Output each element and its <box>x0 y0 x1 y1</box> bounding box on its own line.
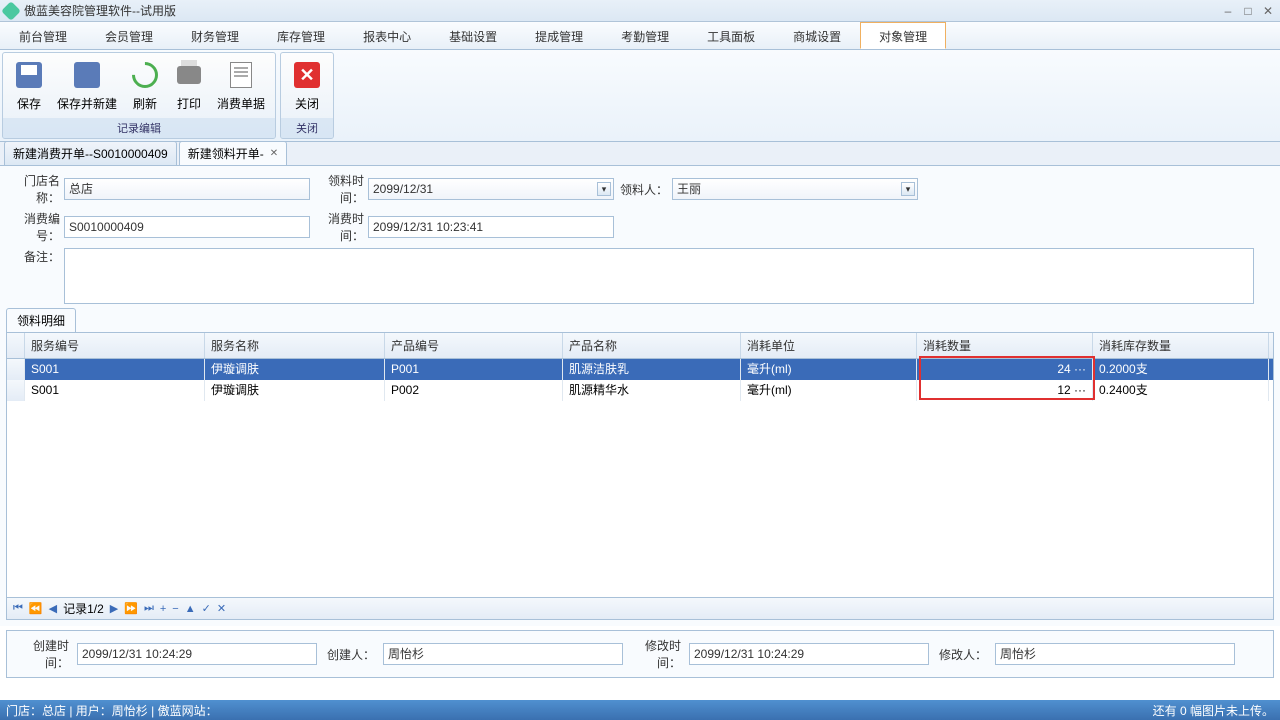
form-area: 门店名称： 总店 领料时间： 2099/12/31▾ 领料人： 王丽▾ 消费编号… <box>0 166 1280 626</box>
menu-item[interactable]: 前台管理 <box>0 22 86 49</box>
ribbon: 保存 保存并新建 刷新 打印 消费单据 记录编辑 ✕关闭 关闭 <box>0 50 1280 142</box>
title-bar: 傲蓝美容院管理软件--试用版 – □ ✕ <box>0 0 1280 22</box>
col-qty[interactable]: 消耗数量 <box>917 333 1093 358</box>
modifier-label: 修改人： <box>933 646 991 663</box>
nav-record-text: 记录1/2 <box>63 600 104 617</box>
chevron-down-icon[interactable]: ▾ <box>597 182 611 196</box>
table-row[interactable]: S001伊璇调肤P001肌源洁肤乳毫升(ml)24 ···0.2000支 <box>7 359 1273 380</box>
print-icon <box>177 66 201 84</box>
app-title: 傲蓝美容院管理软件--试用版 <box>24 2 1216 19</box>
close-icon: ✕ <box>294 62 320 88</box>
nav-cancel[interactable]: ✕ <box>217 602 226 615</box>
grid-body[interactable]: S001伊璇调肤P001肌源洁肤乳毫升(ml)24 ···0.2000支S001… <box>7 359 1273 597</box>
picktime-field[interactable]: 2099/12/31▾ <box>368 178 614 200</box>
created-field: 2099/12/31 10:24:29 <box>77 643 317 665</box>
consumetime-label: 消费时间： <box>310 210 368 244</box>
menu-item[interactable]: 对象管理 <box>860 22 946 49</box>
nav-add[interactable]: + <box>160 603 166 615</box>
menu-item[interactable]: 财务管理 <box>172 22 258 49</box>
col-unit[interactable]: 消耗单位 <box>741 333 917 358</box>
nav-next[interactable]: ▶ <box>110 602 118 615</box>
menu-item[interactable]: 提成管理 <box>516 22 602 49</box>
billno-label: 消费编号： <box>6 210 64 244</box>
col-service-name[interactable]: 服务名称 <box>205 333 385 358</box>
picktime-label: 领料时间： <box>310 172 368 206</box>
record-navigator: ⏮ ⏪ ◀ 记录1/2 ▶ ⏩ ⏭ + − ▲ ✓ ✕ <box>6 598 1274 620</box>
table-row[interactable]: S001伊璇调肤P002肌源精华水毫升(ml)12 ···0.2400支 <box>7 380 1273 401</box>
grid-header: 服务编号 服务名称 产品编号 产品名称 消耗单位 消耗数量 消耗库存数量 <box>7 333 1273 359</box>
print-button[interactable]: 打印 <box>167 57 211 114</box>
footer-form: 创建时间： 2099/12/31 10:24:29 创建人： 周怡杉 修改时间：… <box>6 630 1274 678</box>
modified-field: 2099/12/31 10:24:29 <box>689 643 929 665</box>
picker-label: 领料人： <box>614 181 672 198</box>
refresh-button[interactable]: 刷新 <box>123 57 167 114</box>
nav-prev[interactable]: ◀ <box>49 602 57 615</box>
consumetime-field[interactable]: 2099/12/31 10:23:41 <box>368 216 614 238</box>
created-label: 创建时间： <box>13 637 73 671</box>
ribbon-group-caption: 记录编辑 <box>3 118 275 138</box>
ribbon-group-edit: 保存 保存并新建 刷新 打印 消费单据 记录编辑 <box>2 52 276 139</box>
minimize-button[interactable]: – <box>1220 4 1236 18</box>
creator-label: 创建人： <box>321 646 379 663</box>
nav-first[interactable]: ⏮ <box>13 602 23 615</box>
bill-icon <box>230 62 252 88</box>
consume-bill-button[interactable]: 消费单据 <box>211 57 271 114</box>
ribbon-group-caption: 关闭 <box>281 118 333 138</box>
save-new-icon <box>74 62 100 88</box>
store-field[interactable]: 总店 <box>64 178 310 200</box>
menu-item[interactable]: 基础设置 <box>430 22 516 49</box>
menu-item[interactable]: 工具面板 <box>688 22 774 49</box>
menu-item[interactable]: 报表中心 <box>344 22 430 49</box>
tab-close-icon[interactable]: ✕ <box>270 148 278 159</box>
modifier-field: 周怡杉 <box>995 643 1235 665</box>
creator-field: 周怡杉 <box>383 643 623 665</box>
document-tab[interactable]: 新建消费开单--S0010000409 <box>4 141 177 165</box>
nav-next-page[interactable]: ⏩ <box>124 602 138 615</box>
refresh-icon <box>127 57 164 94</box>
remarks-field[interactable] <box>64 248 1254 304</box>
remarks-label: 备注： <box>6 248 64 265</box>
menu-item[interactable]: 考勤管理 <box>602 22 688 49</box>
chevron-down-icon[interactable]: ▾ <box>901 182 915 196</box>
billno-field[interactable]: S0010000409 <box>64 216 310 238</box>
menu-item[interactable]: 商城设置 <box>774 22 860 49</box>
store-label: 门店名称： <box>6 172 64 206</box>
nav-prev-page[interactable]: ⏪ <box>29 602 43 615</box>
app-logo-icon <box>1 1 21 21</box>
nav-ok[interactable]: ✓ <box>202 602 211 615</box>
document-tab[interactable]: 新建领料开单-✕ <box>179 141 287 165</box>
col-service-no[interactable]: 服务编号 <box>25 333 205 358</box>
status-left: 门店：总店 | 用户：周怡杉 | 傲蓝网站： <box>6 702 218 719</box>
col-product-name[interactable]: 产品名称 <box>563 333 741 358</box>
menu-item[interactable]: 会员管理 <box>86 22 172 49</box>
restore-button[interactable]: □ <box>1240 4 1256 18</box>
detail-tab[interactable]: 领料明细 <box>6 308 76 332</box>
main-menu: 前台管理会员管理财务管理库存管理报表中心基础设置提成管理考勤管理工具面板商城设置… <box>0 22 1280 50</box>
nav-edit[interactable]: ▲ <box>185 603 196 615</box>
close-button[interactable]: ✕关闭 <box>285 57 329 114</box>
nav-remove[interactable]: − <box>172 603 178 615</box>
col-product-no[interactable]: 产品编号 <box>385 333 563 358</box>
modified-label: 修改时间： <box>627 637 685 671</box>
status-bar: 门店：总店 | 用户：周怡杉 | 傲蓝网站： 还有 0 幅图片未上传。 <box>0 700 1280 720</box>
save-new-button[interactable]: 保存并新建 <box>51 57 123 114</box>
detail-grid: 服务编号 服务名称 产品编号 产品名称 消耗单位 消耗数量 消耗库存数量 S00… <box>6 332 1274 598</box>
nav-last[interactable]: ⏭ <box>144 602 154 615</box>
col-stock[interactable]: 消耗库存数量 <box>1093 333 1269 358</box>
save-icon <box>16 62 42 88</box>
picker-field[interactable]: 王丽▾ <box>672 178 918 200</box>
document-tabs: 新建消费开单--S0010000409新建领料开单-✕ <box>0 142 1280 166</box>
status-right: 还有 0 幅图片未上传。 <box>1153 702 1274 719</box>
ribbon-group-close: ✕关闭 关闭 <box>280 52 334 139</box>
close-window-button[interactable]: ✕ <box>1260 4 1276 18</box>
menu-item[interactable]: 库存管理 <box>258 22 344 49</box>
save-button[interactable]: 保存 <box>7 57 51 114</box>
